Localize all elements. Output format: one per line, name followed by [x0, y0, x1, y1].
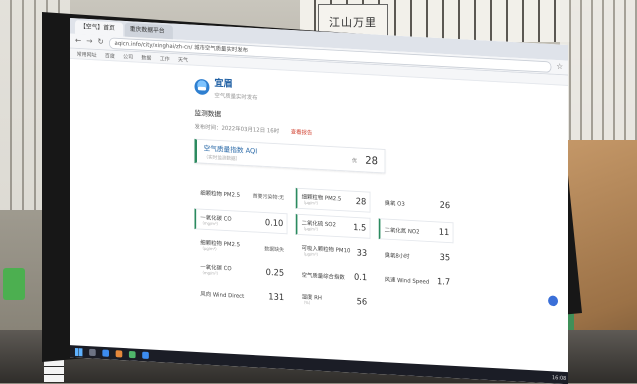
metric-label-group: 细颗粒物 PM2.5 （μg/m³）	[302, 192, 342, 208]
app-icon[interactable]	[128, 350, 136, 359]
metric-cell[interactable]: 细颗粒物 PM2.5 首要污染物:无	[195, 182, 288, 206]
metric-cell[interactable]: 风速 Wind Speed 1.7	[379, 269, 454, 292]
metric-value: 1.7	[436, 276, 451, 287]
metric-value: 26	[439, 200, 451, 211]
metric-cell[interactable]: 二氧化硫 SO2 （μg/m³） 1.5	[295, 213, 371, 239]
metric-value: 35	[439, 252, 451, 263]
metric-cell[interactable]: 臭氧 O3 26	[379, 192, 454, 215]
help-button[interactable]	[548, 295, 559, 307]
metric-label-group: 二氧化氮 NO2	[384, 225, 420, 236]
metric-cell[interactable]: 可吸入颗粒物 PM10 （μg/m³） 33	[296, 240, 371, 263]
bookmark-item[interactable]: 天气	[178, 55, 188, 64]
aqi-card[interactable]: 空气质量指数 AQI （实时监测数据） 优 28	[194, 138, 386, 174]
metric-label-group: 一氧化碳 CO （mg/m³）	[200, 262, 231, 278]
page-content: 宜眉 空气质量实时发布 监测数据 发布时间：2022年03月12日 16时 查看…	[70, 59, 568, 323]
reload-icon[interactable]: ↻	[97, 38, 103, 47]
metric-name: 二氧化氮 NO2	[384, 226, 420, 236]
metric-cell[interactable]: 湿度 RH （%） 56	[296, 289, 371, 312]
metric-label-group: 细颗粒物 PM2.5 （μg/m³）	[200, 237, 240, 253]
metric-label-group: 一氧化碳 CO （mg/m³）	[200, 212, 231, 228]
metric-value: 131	[268, 291, 285, 303]
metric-value: 0.25	[265, 267, 285, 278]
metric-value: 56	[356, 296, 368, 307]
metric-cell[interactable]: 一氧化碳 CO （mg/m³） 0.10	[194, 208, 288, 235]
search-icon[interactable]	[89, 348, 96, 357]
metric-name: 细颗粒物 PM2.5	[200, 189, 241, 199]
metric-cell[interactable]: 细颗粒物 PM2.5 （μg/m³） 数据缺失	[195, 234, 288, 258]
metric-cell[interactable]: 风向 Wind Direct 131	[195, 283, 288, 307]
metric-name: 风速 Wind Speed	[384, 276, 430, 286]
metric-grid: 细颗粒物 PM2.5 首要污染物:无 细颗粒物 PM2.5 （μg/m³） 28 臭氧 O…	[194, 182, 461, 316]
metric-name: 臭氧8小时	[384, 251, 410, 261]
windows-start-icon[interactable]	[74, 347, 83, 356]
bookmark-item[interactable]: 公司	[123, 52, 133, 61]
metric-name: 空气质量综合指数	[301, 271, 345, 281]
metric-cell[interactable]: 一氧化碳 CO （mg/m³） 0.25	[195, 259, 288, 283]
folder-icon[interactable]	[115, 350, 123, 358]
metric-label-group: 湿度 RH （%）	[302, 292, 322, 307]
metric-name: 风向 Wind Direct	[200, 290, 245, 300]
metric-value: 数据缺失	[264, 245, 285, 253]
bookmark-item[interactable]: 百度	[105, 51, 115, 60]
brand-subtitle: 空气质量实时发布	[214, 91, 258, 102]
metric-value: 1.5	[353, 222, 367, 233]
app-icon[interactable]	[142, 351, 149, 359]
metric-value: 33	[356, 247, 368, 259]
bookmark-item[interactable]: 工作	[160, 54, 170, 63]
browser-tab-1[interactable]: 【空气】首页	[74, 20, 124, 37]
back-icon[interactable]: ←	[75, 37, 81, 46]
calligraphy-text: 江山万里	[329, 16, 377, 29]
green-container	[3, 268, 25, 300]
metric-label-group: 二氧化硫 SO2 （μg/m³）	[302, 218, 336, 234]
metric-label-group: 臭氧8小时	[385, 250, 410, 260]
metric-label-group: 风速 Wind Speed	[385, 274, 430, 285]
metric-label-group: 臭氧 O3	[384, 198, 405, 208]
bookmark-item[interactable]: 常用网址	[77, 50, 97, 58]
metric-value: 0.10	[264, 217, 284, 229]
metric-name: 臭氧 O3	[384, 199, 405, 208]
publish-time: 发布时间：2022年03月12日 16时	[194, 123, 280, 135]
forward-icon[interactable]: →	[86, 37, 92, 46]
browser-icon[interactable]	[102, 349, 110, 357]
metric-cell[interactable]: 臭氧8小时 35	[379, 244, 454, 267]
metric-label-group: 可吸入颗粒物 PM10 （μg/m³）	[302, 243, 351, 260]
metric-value: 11	[438, 227, 450, 238]
logo-icon	[194, 78, 210, 95]
bookmark-item[interactable]: 数据	[141, 53, 151, 62]
metric-label-group: 细颗粒物 PM2.5	[200, 188, 241, 199]
metric-value: 28	[355, 196, 367, 207]
browser-tab-2[interactable]: 重庆数据平台	[124, 22, 173, 40]
metric-cell[interactable]: 细颗粒物 PM2.5 （μg/m³） 28	[295, 187, 371, 213]
brand-name: 宜眉	[214, 77, 233, 90]
aqi-value: 28	[365, 154, 378, 167]
metric-value: 0.1	[353, 272, 368, 283]
star-icon[interactable]: ☆	[556, 63, 563, 72]
metric-label-group: 空气质量综合指数	[302, 270, 345, 281]
metric-label-group: 风向 Wind Direct	[200, 289, 245, 300]
monitor-screen: 【空气】首页 重庆数据平台 ← → ↻ aqicn.info/city/xing…	[70, 18, 568, 384]
metric-value: 首要污染物:无	[252, 192, 285, 201]
metric-cell[interactable]: 二氧化氮 NO2 11	[378, 218, 454, 244]
aqi-level-tag: 优	[351, 157, 357, 164]
report-link[interactable]: 查看报告	[291, 127, 313, 136]
taskbar-clock: 16:08	[551, 374, 567, 382]
metric-cell[interactable]: 空气质量综合指数 0.1	[296, 264, 371, 287]
